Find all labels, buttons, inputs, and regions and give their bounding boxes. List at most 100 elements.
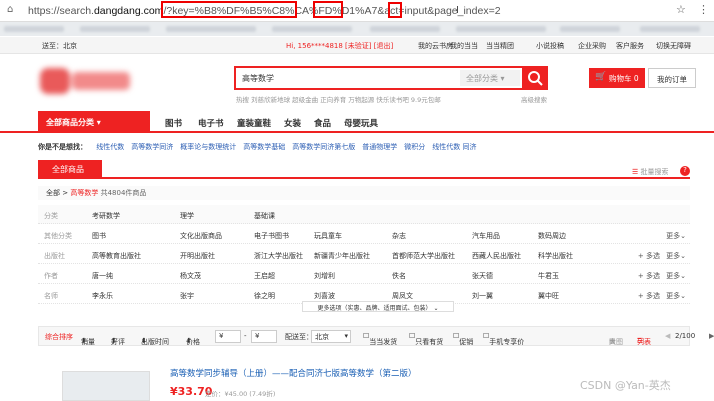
filter-option[interactable]: 科学出版社 <box>538 251 573 261</box>
filter-option[interactable]: 周凤文 <box>392 291 413 301</box>
cart-icon: 🛒 <box>595 72 607 82</box>
ship-to-select[interactable]: 北京 ▾ <box>311 330 351 343</box>
page-next-button[interactable]: ▶ <box>709 332 714 340</box>
filter-option[interactable]: 张天德 <box>472 271 493 281</box>
url-act: input <box>404 5 428 17</box>
sort-option[interactable]: 综合排序 <box>45 332 73 342</box>
nav-item[interactable]: 母婴玩具 <box>344 117 378 129</box>
more-button[interactable]: 更多⌄ <box>666 251 686 261</box>
filter-option[interactable]: 徐之明 <box>254 291 275 301</box>
product-title[interactable]: 高等数学同步辅导（上册）——配合同济七版高等数学（第二版） <box>170 367 417 379</box>
highlight-key <box>161 1 297 18</box>
category-select[interactable]: 全部分类 ▾ <box>460 70 520 86</box>
search-button[interactable] <box>522 66 548 90</box>
more-options-button[interactable]: 更多选项（实惠、品牌、适用面试、包装） ⌄ <box>302 301 454 312</box>
nav-item[interactable]: 童装童鞋 <box>237 117 271 129</box>
filter-option[interactable]: 图书 <box>92 231 106 241</box>
more-button[interactable]: 更多⌄ <box>666 271 686 281</box>
advanced-search-link[interactable]: 高级搜索 <box>521 94 547 104</box>
filter-option[interactable]: 基础课 <box>254 211 275 221</box>
filter-row: 出版社 高等教育出版社 开明出版社 浙江大学出版社 新疆青少年出版社 首都师范大… <box>38 245 690 264</box>
filter-option[interactable]: 高等教育出版社 <box>92 251 141 261</box>
filter-option[interactable]: 新疆青少年出版社 <box>314 251 370 261</box>
menu-icon[interactable]: ⋮ <box>698 3 709 16</box>
filter-option[interactable]: 汽车用品 <box>472 231 500 241</box>
browser-address-bar[interactable]: ⌂ https://search.dangdang.com/?key=%B8%D… <box>0 0 714 22</box>
help-icon[interactable]: ? <box>680 166 690 176</box>
nav-item[interactable]: 图书 <box>165 117 182 129</box>
arrow-down-icon: ⬇ <box>141 337 147 345</box>
hot-search[interactable]: 热搜 刘慈欣新地球 超级金曲 正向养育 万物起源 快乐读书吧 9.9元包邮 <box>236 94 441 104</box>
all-categories-button[interactable]: 全部商品分类 ▾ <box>38 111 150 133</box>
filter-option[interactable]: 玩具童车 <box>314 231 342 241</box>
user-info[interactable]: Hi, 156****4818 [未验证] [退出] <box>286 41 393 51</box>
multi-select-button[interactable]: + 多选 <box>638 251 660 261</box>
related-link[interactable]: 高等数学基础 <box>243 143 285 151</box>
nav-item[interactable]: 食品 <box>314 117 331 129</box>
related-link[interactable]: 高等数学同济第七版 <box>292 143 355 151</box>
more-button[interactable]: 更多⌄ <box>666 291 686 301</box>
page-prev-button[interactable]: ◀ <box>665 332 670 340</box>
filter-option[interactable]: 西藏人民出版社 <box>472 251 521 261</box>
cursor-icon: I <box>456 5 459 16</box>
filter-option[interactable]: 首都师范大学出版社 <box>392 251 455 261</box>
filter-option[interactable]: 张宇 <box>180 291 194 301</box>
topnav-link[interactable]: 小说投稿 <box>536 41 564 51</box>
filter-checkbox[interactable]: ☐ 手机专享价 <box>483 332 524 346</box>
related-link[interactable]: 线性代数 同济 <box>432 143 476 151</box>
filter-option[interactable]: 翼中旺 <box>538 291 559 301</box>
filter-option[interactable]: 数码周边 <box>538 231 566 241</box>
filter-option[interactable]: 电子书图书 <box>254 231 289 241</box>
delivery-location[interactable]: 送至：北京 <box>42 41 77 51</box>
filter-option[interactable]: 理学 <box>180 211 194 221</box>
filter-option[interactable]: 王启超 <box>254 271 275 281</box>
filter-option[interactable]: 浙江大学出版社 <box>254 251 303 261</box>
dangdang-logo[interactable] <box>38 64 134 98</box>
filter-option[interactable]: 开明出版社 <box>180 251 215 261</box>
multi-select-button[interactable]: + 多选 <box>638 271 660 281</box>
my-orders-button[interactable]: 我的订单 <box>648 68 696 88</box>
related-link[interactable]: 概率论与数理统计 <box>180 143 236 151</box>
filter-option[interactable]: 牛君玉 <box>538 271 559 281</box>
topnav-link[interactable]: 客户服务 <box>616 41 644 51</box>
filter-option[interactable]: 文化出版商品 <box>180 231 222 241</box>
filter-option[interactable]: 刘一翼 <box>472 291 493 301</box>
filter-option[interactable]: 杂志 <box>392 231 406 241</box>
filter-option[interactable]: 刘喜波 <box>314 291 335 301</box>
star-icon[interactable]: ☆ <box>676 3 686 16</box>
batch-search-link[interactable]: ☰ 批量搜索 <box>632 167 669 177</box>
filter-checkbox[interactable]: ☐ 当当发货 <box>363 332 397 346</box>
price-min-input[interactable]: ¥ <box>215 330 241 343</box>
chevron-down-icon: ▾ <box>344 332 348 340</box>
filter-option[interactable]: 佚名 <box>392 271 406 281</box>
multi-select-button[interactable]: + 多选 <box>638 291 660 301</box>
topnav-link[interactable]: 切换无障碍 <box>656 41 691 51</box>
filter-option[interactable]: 唐一纯 <box>92 271 113 281</box>
price-max-input[interactable]: ¥ <box>251 330 277 343</box>
topnav-link[interactable]: 我的云书房 <box>418 41 453 51</box>
filter-option[interactable]: 杨文茂 <box>180 271 201 281</box>
more-button[interactable]: 更多⌄ <box>666 231 686 241</box>
filter-option[interactable]: 考研数学 <box>92 211 120 221</box>
search-box[interactable]: 高等数学 全部分类 ▾ <box>234 66 526 90</box>
filter-checkbox[interactable]: ☐ 只看有货 <box>409 332 443 346</box>
filter-row: 作者 唐一纯 杨文茂 王启超 刘增利 佚名 张天德 牛君玉 + 多选 更多⌄ <box>38 265 690 284</box>
topnav-link[interactable]: 当当精团 <box>486 41 514 51</box>
product-image[interactable] <box>62 371 150 401</box>
search-input[interactable]: 高等数学 <box>242 73 274 84</box>
back-icon[interactable]: ⌂ <box>7 4 13 15</box>
related-link[interactable]: 线性代数 <box>96 143 124 151</box>
topnav-link[interactable]: 我的当当 <box>450 41 478 51</box>
related-link[interactable]: 普通物理学 <box>362 143 397 151</box>
filter-option[interactable]: 刘增利 <box>314 271 335 281</box>
filter-checkbox[interactable]: ☐ 促销 <box>453 332 473 346</box>
filter-option[interactable]: 李永乐 <box>92 291 113 301</box>
related-link[interactable]: 微积分 <box>404 143 425 151</box>
topnav-link[interactable]: 企业采购 <box>578 41 606 51</box>
nav-item[interactable]: 女装 <box>284 117 301 129</box>
tab-all-products[interactable]: 全部商品 <box>38 160 102 178</box>
nav-item[interactable]: 电子书 <box>198 117 224 129</box>
related-link[interactable]: 高等数学同济 <box>131 143 173 151</box>
cart-button[interactable]: 🛒 购物车 0 <box>589 68 645 88</box>
list-icon: ☰ <box>632 168 639 176</box>
